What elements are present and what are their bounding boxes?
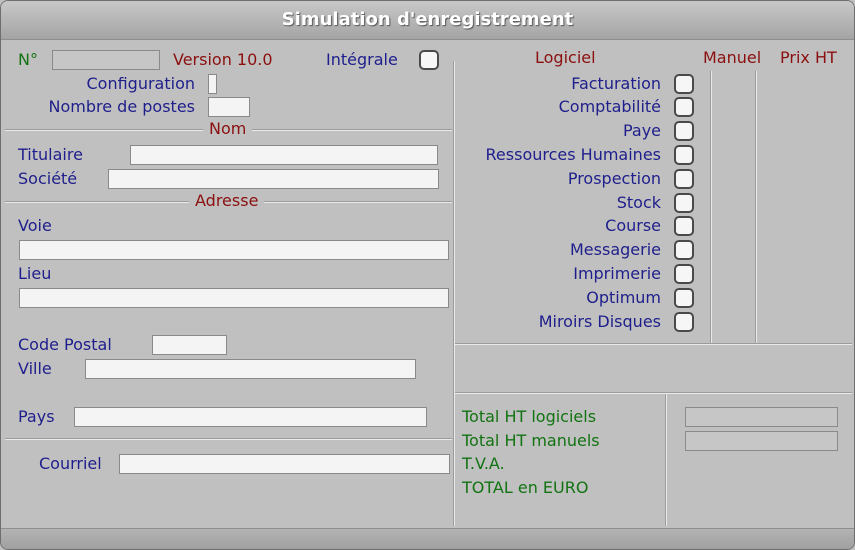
pays-label: Pays (18, 407, 55, 426)
total-ht-logiciels-field (685, 407, 838, 427)
software-label-facturation: Facturation (571, 74, 661, 93)
software-label-optimum: Optimum (586, 288, 661, 307)
checkbox-course[interactable] (674, 216, 694, 236)
postes-label: Nombre de postes (48, 97, 195, 116)
manuel-header: Manuel (703, 48, 762, 67)
manuel-column-divider (710, 71, 712, 343)
software-label-messagerie: Messagerie (570, 240, 661, 259)
total-ht-logiciels-label: Total HT logiciels (462, 407, 597, 426)
lieu-label: Lieu (18, 264, 52, 283)
prix-ht-header: Prix HT (780, 48, 837, 67)
tva-label: T.V.A. (462, 454, 505, 473)
title-bar: Simulation d'enregistrement (1, 1, 854, 40)
checkbox-facturation[interactable] (674, 74, 694, 94)
total-euro-label: TOTAL en EURO (462, 478, 589, 497)
code-postal-field[interactable] (152, 335, 227, 355)
nom-section-title: Nom (203, 119, 253, 139)
software-label-course: Course (605, 216, 661, 235)
societe-field[interactable] (108, 169, 439, 189)
registration-window: Simulation d'enregistrement N° Version 1… (0, 0, 855, 550)
prix-column-divider (755, 71, 757, 343)
checkbox-miroirs-disques[interactable] (674, 312, 694, 332)
integrale-label: Intégrale (326, 50, 398, 69)
societe-label: Société (18, 169, 78, 188)
lieu-field[interactable] (19, 288, 449, 308)
software-label-imprimerie: Imprimerie (573, 264, 661, 283)
checkbox-comptabilite[interactable] (674, 97, 694, 117)
software-label-miroirs-disques: Miroirs Disques (538, 312, 661, 331)
totals-top-divider (455, 392, 852, 394)
software-label-comptabilite: Comptabilité (558, 97, 661, 116)
checkbox-imprimerie[interactable] (674, 264, 694, 284)
configuration-label: Configuration (86, 74, 195, 93)
voie-field[interactable] (19, 240, 449, 260)
logiciel-header: Logiciel (535, 48, 596, 67)
window-title: Simulation d'enregistrement (281, 9, 574, 30)
courriel-divider (5, 438, 452, 440)
checkbox-paye[interactable] (674, 121, 694, 141)
number-field (52, 50, 160, 70)
checkbox-prospection[interactable] (674, 169, 694, 189)
configuration-field[interactable] (208, 74, 217, 94)
courriel-label: Courriel (39, 454, 102, 473)
status-bar (1, 528, 854, 549)
checkbox-messagerie[interactable] (674, 240, 694, 260)
integrale-checkbox[interactable] (419, 50, 439, 70)
code-postal-label: Code Postal (18, 335, 112, 354)
version-label: Version 10.0 (173, 50, 273, 69)
titulaire-field[interactable] (130, 145, 438, 165)
voie-label: Voie (18, 216, 52, 235)
ville-label: Ville (18, 359, 52, 378)
postes-field[interactable] (208, 97, 250, 117)
number-label: N° (18, 50, 38, 69)
software-label-paye: Paye (622, 121, 661, 140)
titulaire-label: Titulaire (18, 145, 83, 164)
list-bottom-divider (455, 343, 852, 345)
ville-field[interactable] (85, 359, 416, 379)
software-label-ressources-humaines: Ressources Humaines (485, 145, 661, 164)
software-label-prospection: Prospection (567, 169, 661, 188)
totals-column-divider (665, 394, 667, 526)
total-ht-manuels-field (685, 431, 838, 451)
adresse-section-title: Adresse (189, 191, 265, 211)
pays-field[interactable] (74, 407, 427, 427)
software-label-stock: Stock (616, 193, 661, 212)
checkbox-stock[interactable] (674, 193, 694, 213)
checkbox-ressources-humaines[interactable] (674, 145, 694, 165)
main-column-divider (453, 61, 455, 526)
total-ht-manuels-label: Total HT manuels (462, 431, 600, 450)
courriel-field[interactable] (119, 454, 450, 474)
checkbox-optimum[interactable] (674, 288, 694, 308)
